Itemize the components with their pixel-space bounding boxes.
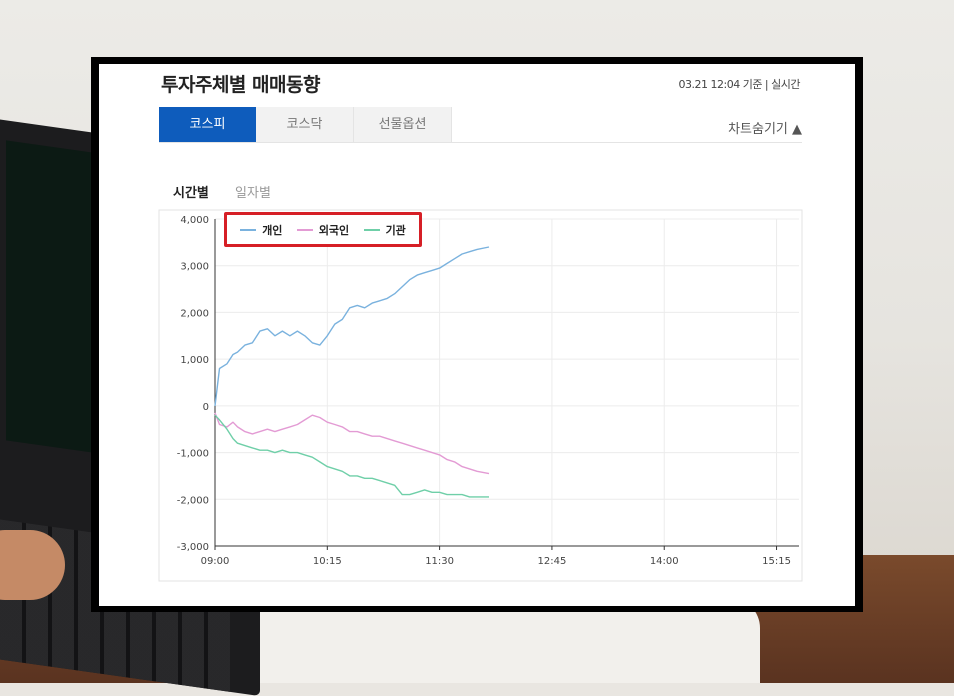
legend-swatch-foreign: [296, 228, 313, 231]
x-tick-label: 11:30: [425, 556, 454, 567]
y-tick-label: -2,000: [177, 495, 209, 506]
legend-item-institution[interactable]: 기관: [363, 222, 406, 238]
chart-legend: 개인 외국인 기관: [224, 212, 422, 247]
y-tick-label: 2,000: [180, 308, 209, 319]
legend-swatch-individual: [240, 228, 257, 231]
y-tick-label: 4,000: [180, 215, 209, 226]
legend-item-foreign[interactable]: 외국인: [296, 222, 350, 238]
y-tick-label: 1,000: [180, 355, 209, 366]
x-tick-label: 12:45: [538, 556, 567, 567]
y-tick-label: -3,000: [177, 542, 209, 553]
screenshot-frame: 투자주체별 매매동향 03.21 12:04 기준 | 실시간 코스피 코스닥 …: [91, 57, 863, 612]
legend-swatch-institution: [363, 228, 380, 231]
y-tick-label: 3,000: [180, 262, 209, 273]
investor-trend-chart: 4,000 3,000 2,000 1,000 0 -1,000 -2,000 -3,000 0…: [158, 209, 803, 582]
legend-label-individual: 개인: [262, 223, 283, 237]
x-tick-label: 15:15: [762, 556, 791, 567]
x-tick-label: 10:15: [313, 556, 342, 567]
legend-item-individual[interactable]: 개인: [240, 222, 282, 238]
x-tick-label: 14:00: [650, 556, 679, 567]
y-tick-label: -1,000: [177, 449, 209, 460]
y-tick-label: 0: [203, 402, 209, 413]
legend-label-institution: 기관: [385, 223, 406, 237]
trading-panel: 투자주체별 매매동향 03.21 12:04 기준 | 실시간 코스피 코스닥 …: [99, 64, 855, 606]
legend-label-foreign: 외국인: [318, 223, 350, 237]
x-tick-label: 09:00: [201, 556, 230, 567]
